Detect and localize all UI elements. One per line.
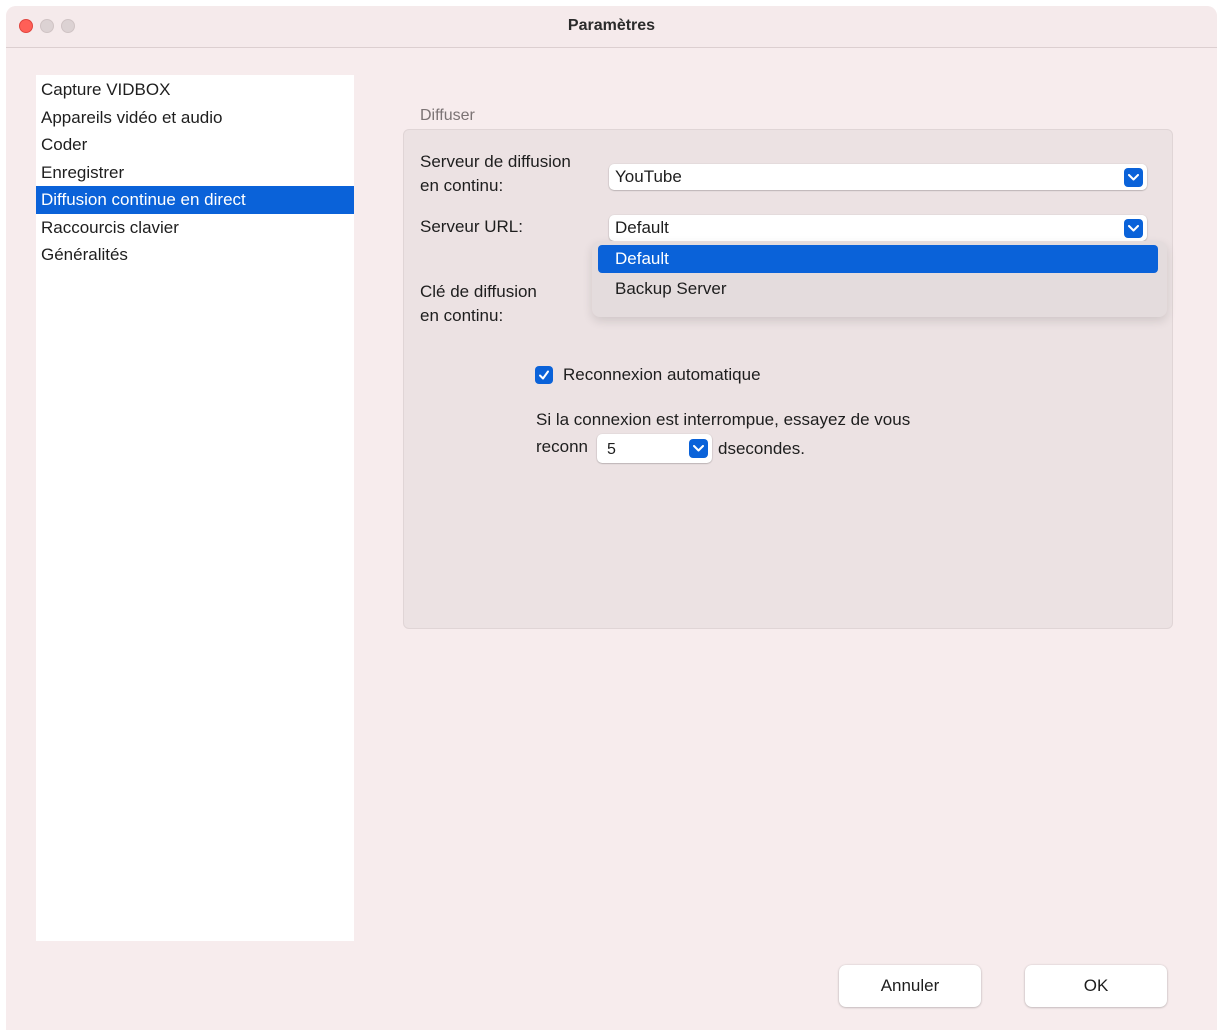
server-label-line2: en continu: bbox=[420, 176, 504, 195]
sidebar-item-keyboard-shortcuts[interactable]: Raccourcis clavier bbox=[36, 214, 354, 242]
checkmark-icon bbox=[539, 370, 549, 380]
chevron-down-icon bbox=[1124, 219, 1143, 238]
reconnect-seconds-value: 5 bbox=[607, 441, 616, 458]
sidebar-item-general[interactable]: Généralités bbox=[36, 241, 354, 269]
reconnect-seconds-select[interactable]: 5 bbox=[597, 434, 712, 463]
reconnect-description: Si la connexion est interrompue, essayez… bbox=[536, 410, 911, 429]
window-title: Paramètres bbox=[567, 17, 656, 34]
sidebar-item-live-streaming[interactable]: Diffusion continue en direct bbox=[36, 186, 354, 214]
server-url-select[interactable]: Default bbox=[609, 215, 1147, 241]
url-label: Serveur URL: bbox=[420, 217, 523, 236]
sidebar-item-video-audio-devices[interactable]: Appareils vidéo et audio bbox=[36, 104, 354, 132]
chevron-down-icon bbox=[1124, 168, 1143, 187]
reconnect-suffix: dsecondes. bbox=[718, 439, 805, 458]
auto-reconnect-label[interactable]: Reconnexion automatique bbox=[563, 363, 761, 387]
title-bar: Paramètres bbox=[6, 6, 1217, 48]
menu-item-default[interactable]: Default bbox=[598, 245, 1158, 273]
reconnect-prefix: reconn bbox=[536, 437, 588, 456]
cancel-button[interactable]: Annuler bbox=[839, 965, 981, 1007]
stream-key-label-line2: en continu: bbox=[420, 306, 504, 325]
streaming-server-value: YouTube bbox=[615, 167, 682, 186]
sidebar-item-record[interactable]: Enregistrer bbox=[36, 159, 354, 187]
broadcast-group-box bbox=[403, 129, 1173, 629]
settings-window: Paramètres Capture VIDBOX Appareils vidé… bbox=[6, 6, 1217, 1030]
auto-reconnect-checkbox[interactable] bbox=[535, 366, 553, 384]
stream-key-label-line1: Clé de diffusion bbox=[420, 282, 537, 301]
streaming-server-select[interactable]: YouTube bbox=[609, 164, 1147, 190]
sidebar-item-encode[interactable]: Coder bbox=[36, 131, 354, 159]
chevron-down-icon bbox=[689, 439, 708, 458]
menu-item-backup-server[interactable]: Backup Server bbox=[598, 275, 1158, 303]
server-url-value: Default bbox=[615, 218, 669, 237]
stream-key-label: Clé de diffusion en continu: bbox=[420, 280, 537, 328]
ok-button[interactable]: OK bbox=[1025, 965, 1167, 1007]
group-title: Diffuser bbox=[420, 107, 475, 124]
server-url-dropdown-menu: Default Backup Server bbox=[592, 241, 1167, 317]
sidebar-item-capture-vidbox[interactable]: Capture VIDBOX bbox=[36, 76, 354, 104]
settings-sidebar: Capture VIDBOX Appareils vidéo et audio … bbox=[36, 75, 354, 941]
server-label: Serveur de diffusion en continu: bbox=[420, 150, 571, 198]
server-label-line1: Serveur de diffusion bbox=[420, 152, 571, 171]
